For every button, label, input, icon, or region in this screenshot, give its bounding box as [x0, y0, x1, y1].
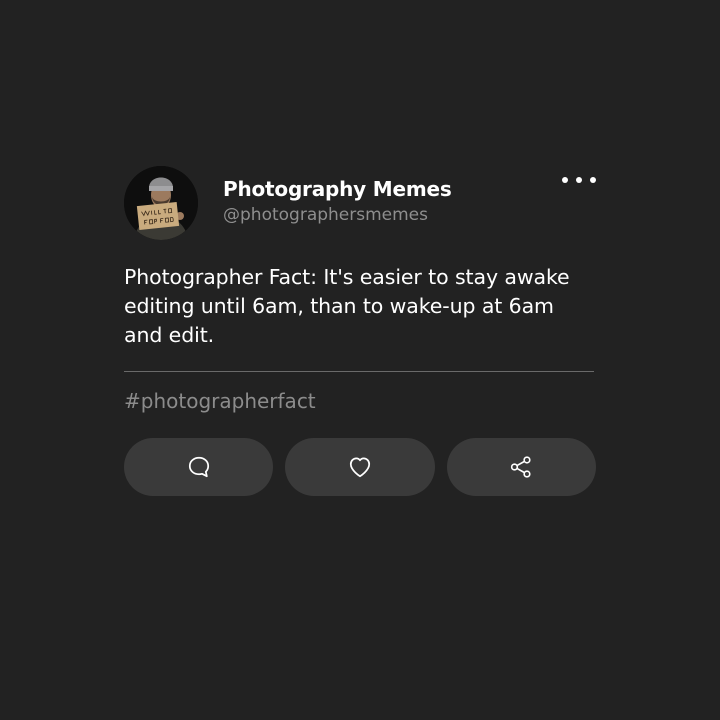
comment-icon	[188, 456, 209, 478]
like-button[interactable]	[285, 438, 435, 496]
avatar[interactable]	[124, 166, 198, 240]
avatar-photo	[124, 166, 198, 240]
share-icon	[511, 456, 531, 478]
identity: Photography Memes @photographersmemes	[223, 176, 452, 226]
action-bar	[124, 438, 596, 496]
more-options-button[interactable]	[562, 170, 596, 190]
comment-button[interactable]	[124, 438, 274, 496]
heart-icon	[349, 457, 371, 478]
display-name[interactable]: Photography Memes	[223, 176, 452, 202]
post-text: Photographer Fact: It's easier to stay a…	[124, 265, 570, 347]
more-horizontal-icon-dot	[590, 177, 596, 183]
divider	[124, 371, 594, 372]
hashtag-link[interactable]: #photographerfact	[124, 388, 316, 414]
post-card: Photography Memes @photographersmemes Ph…	[124, 166, 596, 496]
post-header: Photography Memes @photographersmemes	[124, 166, 596, 242]
user-handle[interactable]: @photographersmemes	[223, 204, 452, 226]
more-horizontal-icon-dot	[576, 177, 582, 183]
more-horizontal-icon	[562, 177, 568, 183]
share-button[interactable]	[446, 438, 596, 496]
